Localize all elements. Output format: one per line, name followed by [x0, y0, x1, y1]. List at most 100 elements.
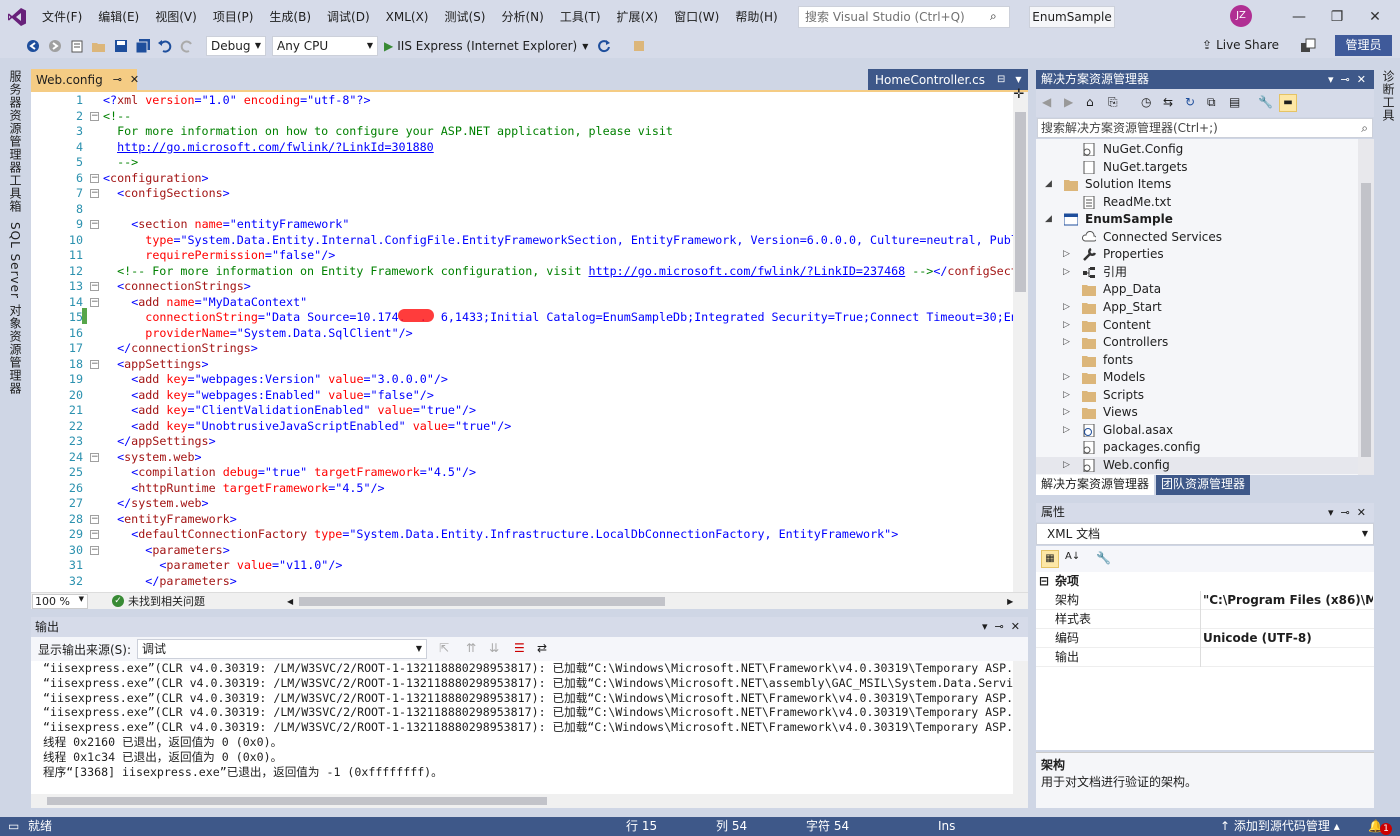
run-target-button[interactable]: IIS Express (Internet Explorer) — [397, 39, 577, 53]
panel-controls[interactable]: ▾ ⊸ ✕ — [982, 617, 1020, 637]
save-all-icon[interactable] — [135, 38, 151, 54]
refresh-icon[interactable]: ↻ — [1185, 95, 1201, 111]
code-line[interactable]: <add key="webpages:Enabled" value="false… — [103, 388, 434, 404]
code-line[interactable]: <compilation debug="true" targetFramewor… — [103, 465, 476, 481]
code-line[interactable]: <connectionStrings> — [103, 279, 251, 295]
menu-item[interactable]: XML(X) — [378, 0, 437, 34]
collapsed-arrow-icon[interactable]: ▷ — [1063, 369, 1073, 387]
tree-item[interactable]: ▷ Views — [1036, 404, 1358, 422]
tree-item[interactable]: ▷ App_Start — [1036, 299, 1358, 317]
pin-icon[interactable]: ⊟ — [997, 70, 1005, 90]
forward-icon[interactable]: ▶ — [1064, 95, 1080, 111]
property-value[interactable]: Unicode (UTF-8) — [1203, 629, 1373, 647]
feedback-icon[interactable] — [1300, 38, 1316, 54]
menu-item[interactable]: 项目(P) — [205, 0, 262, 34]
alphabetical-icon[interactable]: A↓ — [1065, 551, 1081, 567]
collapsed-arrow-icon[interactable]: ▷ — [1063, 334, 1073, 352]
live-share-button[interactable]: ⇪ Live Share — [1202, 38, 1279, 52]
property-row[interactable]: 样式表 — [1036, 610, 1374, 629]
fold-toggle-icon[interactable]: − — [90, 282, 99, 291]
output-horizontal-scrollbar[interactable] — [31, 794, 1028, 808]
menu-item[interactable]: 生成(B) — [261, 0, 319, 34]
toolbox-tab[interactable]: 工具箱 — [7, 174, 24, 213]
code-line[interactable]: </system.web> — [103, 496, 209, 512]
code-line[interactable]: <section name="entityFramework" — [103, 217, 349, 233]
collapsed-arrow-icon[interactable]: ▷ — [1063, 246, 1073, 264]
bookmark-icon[interactable] — [631, 38, 647, 54]
code-line[interactable]: --> — [103, 155, 138, 171]
platform-dropdown[interactable]: Any CPU ▼ — [272, 36, 378, 56]
scroll-left-icon[interactable]: ◀ — [287, 597, 293, 606]
property-row[interactable]: 编码 Unicode (UTF-8) — [1036, 629, 1374, 648]
code-line[interactable]: providerName="System.Data.SqlClient"/> — [103, 326, 412, 342]
code-area[interactable]: 1 <?xml version="1.0" encoding="utf-8"?> 2… — [31, 93, 1028, 591]
collapse-icon[interactable]: ⊟ — [1039, 572, 1049, 590]
back-icon[interactable] — [25, 38, 41, 54]
scroll-thumb[interactable] — [47, 797, 547, 805]
undo-icon[interactable] — [157, 38, 173, 54]
tree-item[interactable]: ▷ Models — [1036, 369, 1358, 387]
code-line[interactable]: <configSections> — [103, 186, 230, 202]
new-project-icon[interactable] — [69, 38, 85, 54]
sql-server-explorer-tab[interactable]: SQL Server 对象资源管理器 — [7, 222, 24, 395]
code-line[interactable]: <defaultConnectionFactory type="System.D… — [103, 527, 898, 543]
code-line[interactable]: <add key="ClientValidationEnabled" value… — [103, 403, 476, 419]
menu-item[interactable]: 扩展(X) — [609, 0, 667, 34]
panel-controls[interactable]: ▾ ⊸ ✕ — [1328, 503, 1366, 522]
collapsed-arrow-icon[interactable]: ▷ — [1063, 264, 1073, 282]
editor-vertical-scrollbar[interactable] — [1013, 92, 1028, 592]
code-line[interactable]: requirePermission="false"/> — [103, 248, 335, 264]
clear-all-icon[interactable]: ☰ — [514, 641, 530, 657]
chevron-down-icon[interactable]: ▼ — [582, 42, 588, 51]
zoom-dropdown[interactable]: 100 % ▼ — [32, 593, 88, 609]
show-all-files-icon[interactable]: ▤ — [1229, 95, 1245, 111]
tree-item[interactable]: ◢ EnumSample — [1036, 211, 1358, 229]
tree-item[interactable]: ▷ Web.config — [1036, 456, 1358, 475]
redo-icon[interactable] — [179, 38, 195, 54]
open-icon[interactable] — [91, 38, 107, 54]
split-icon[interactable]: ✛ — [1012, 88, 1026, 102]
menu-item[interactable]: 编辑(E) — [90, 0, 147, 34]
menu-item[interactable]: 测试(S) — [436, 0, 493, 34]
code-line[interactable]: <add name="MyDataContext" — [103, 295, 307, 311]
scroll-thumb[interactable] — [1361, 183, 1371, 457]
tree-item[interactable]: ReadMe.txt — [1036, 194, 1358, 212]
collapsed-arrow-icon[interactable]: ▷ — [1063, 457, 1073, 475]
tree-item[interactable]: ◢ Solution Items — [1036, 176, 1358, 194]
home-icon[interactable]: ⌂ — [1086, 95, 1102, 111]
add-to-source-control-button[interactable]: ↑ 添加到源代码管理 ▴ — [1220, 817, 1340, 836]
code-line[interactable]: <?xml version="1.0" encoding="utf-8"?> — [103, 93, 370, 109]
back-icon[interactable]: ◀ — [1042, 95, 1058, 111]
code-line[interactable]: http://go.microsoft.com/fwlink/?LinkId=3… — [103, 140, 434, 156]
code-line[interactable]: <system.web> — [103, 450, 201, 466]
close-icon[interactable]: ✕ — [1366, 8, 1384, 26]
collapsed-arrow-icon[interactable]: ▷ — [1063, 404, 1073, 422]
fold-toggle-icon[interactable]: − — [90, 111, 99, 121]
tab-solution-explorer[interactable]: 解决方案资源管理器 — [1036, 475, 1155, 495]
menu-item[interactable]: 帮助(H) — [727, 0, 785, 34]
tree-item[interactable]: NuGet.targets — [1036, 159, 1358, 177]
menu-item[interactable]: 工具(T) — [552, 0, 609, 34]
collapse-all-icon[interactable]: ⧉ — [1207, 95, 1223, 111]
avatar[interactable]: JZ — [1230, 5, 1252, 27]
tree-item[interactable]: fonts — [1036, 352, 1358, 370]
code-line[interactable]: For more information on how to configure… — [103, 124, 673, 140]
tab-team-explorer[interactable]: 团队资源管理器 — [1156, 475, 1251, 495]
config-dropdown[interactable]: Debug ▼ — [206, 36, 266, 56]
goto-icon[interactable]: ⇱ — [439, 641, 455, 657]
categorized-icon[interactable]: ▦ — [1041, 550, 1059, 568]
tree-item[interactable]: App_Data — [1036, 281, 1358, 299]
collapsed-arrow-icon[interactable]: ▷ — [1063, 299, 1073, 317]
tree-item[interactable]: ▷ 引用 — [1036, 264, 1358, 282]
tree-item[interactable]: ▷ Properties — [1036, 246, 1358, 264]
menu-item[interactable]: 分析(N) — [493, 0, 551, 34]
property-row[interactable]: 输出 — [1036, 648, 1374, 667]
code-line[interactable]: <appSettings> — [103, 357, 209, 373]
output-vertical-scrollbar[interactable] — [1013, 661, 1028, 794]
forward-icon[interactable] — [47, 38, 63, 54]
property-pages-icon[interactable]: 🔧 — [1096, 551, 1112, 567]
collapsed-arrow-icon[interactable]: ▷ — [1063, 422, 1073, 440]
issues-indicator[interactable]: 未找到相关问题 — [128, 593, 205, 609]
prev-message-icon[interactable]: ⇈ — [466, 641, 482, 657]
fold-toggle-icon[interactable]: − — [90, 297, 99, 307]
